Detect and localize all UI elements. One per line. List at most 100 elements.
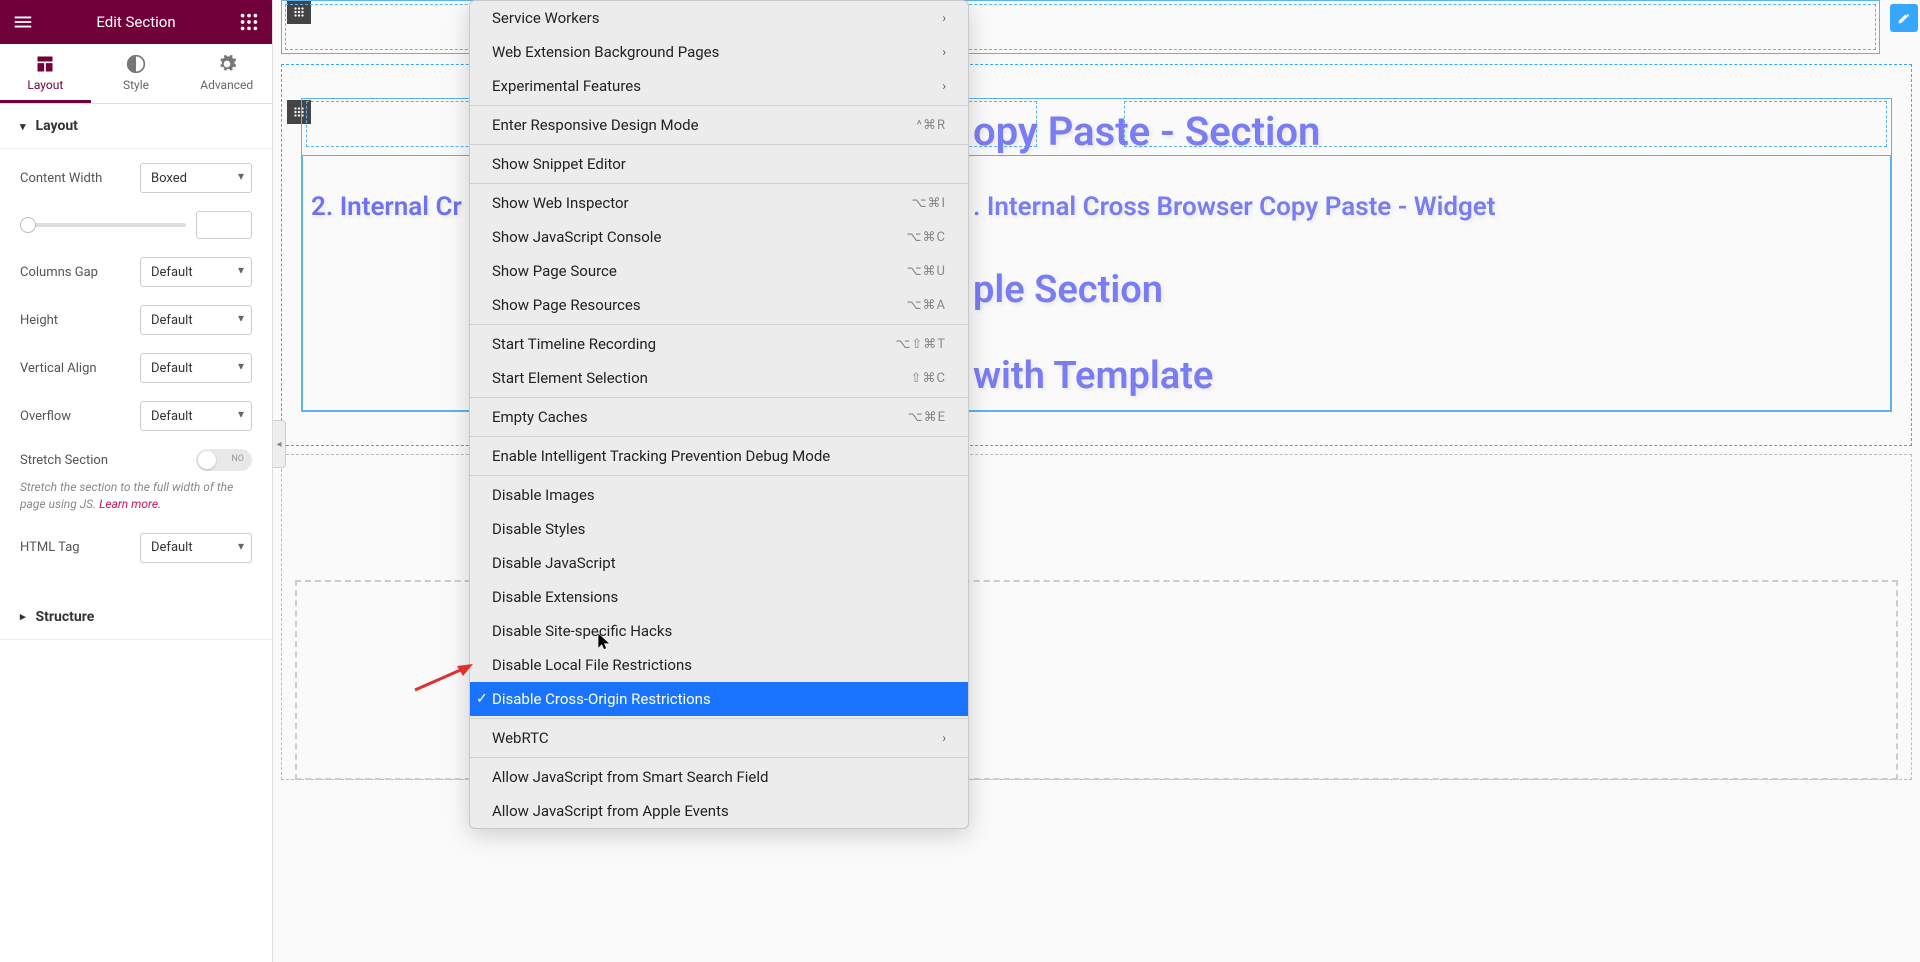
menu-item[interactable]: ✓Disable Cross-Origin Restrictions <box>470 682 968 716</box>
menu-shortcut: ⌥⌘C <box>907 230 946 245</box>
chevron-right-icon: › <box>942 11 946 25</box>
menu-item[interactable]: Disable JavaScript <box>470 546 968 580</box>
menu-item-label: Enable Intelligent Tracking Prevention D… <box>492 447 946 465</box>
menu-item[interactable]: Show JavaScript Console ⌥⌘C <box>470 220 968 254</box>
menu-separator <box>470 324 968 325</box>
gear-icon <box>217 54 237 74</box>
tab-layout[interactable]: Layout <box>0 44 91 103</box>
menu-item-label: Disable Site-specific Hacks <box>492 622 946 640</box>
simple-section-heading[interactable]: ple Section <box>973 268 1163 312</box>
menu-shortcut: ^⌘R <box>917 118 946 133</box>
menu-item-label: Disable Extensions <box>492 588 946 606</box>
overflow-select[interactable]: Default <box>140 401 252 431</box>
check-icon: ✓ <box>476 691 488 707</box>
height-select[interactable]: Default <box>140 305 252 335</box>
menu-shortcut: ⌥⌘U <box>907 264 946 279</box>
tab-bar: Layout Style Advanced <box>0 44 272 104</box>
editor-sidebar: Edit Section Layout Style Advanced ▾ La <box>0 0 273 962</box>
menu-item-label: Disable JavaScript <box>492 554 946 572</box>
apps-grid-icon[interactable] <box>238 11 260 33</box>
content-width-select[interactable]: Boxed <box>140 163 252 193</box>
menu-separator <box>470 436 968 437</box>
menu-item[interactable]: Allow JavaScript from Smart Search Field <box>470 760 968 794</box>
edit-button[interactable] <box>1890 4 1918 32</box>
menu-separator <box>470 397 968 398</box>
menu-item[interactable]: WebRTC› <box>470 721 968 755</box>
menu-item[interactable]: Disable Local File Restrictions <box>470 648 968 682</box>
develop-context-menu: Service Workers›Web Extension Background… <box>469 0 969 829</box>
tab-advanced[interactable]: Advanced <box>181 44 272 103</box>
menu-item-label: Empty Caches <box>492 408 896 426</box>
section-heading[interactable]: opy Paste - Section <box>973 108 1320 155</box>
layout-section-header[interactable]: ▾ Layout <box>0 104 272 149</box>
layout-icon <box>35 54 55 74</box>
menu-item[interactable]: Start Timeline Recording⌥⇧⌘T <box>470 327 968 361</box>
menu-item[interactable]: Show Web Inspector⌥⌘I <box>470 186 968 220</box>
menu-item[interactable]: Service Workers› <box>470 1 968 35</box>
contrast-icon <box>126 54 146 74</box>
menu-icon[interactable] <box>12 11 34 33</box>
tab-style[interactable]: Style <box>91 44 182 103</box>
menu-item-label: Show JavaScript Console <box>492 228 895 246</box>
widget-heading-left[interactable]: 2. Internal Cr <box>311 192 462 222</box>
menu-item-label: Enter Responsive Design Mode <box>492 116 905 134</box>
menu-item[interactable]: Show Page Resources ⌥⌘A <box>470 288 968 322</box>
columns-gap-label: Columns Gap <box>20 265 98 280</box>
chevron-right-icon: › <box>942 45 946 59</box>
menu-separator <box>470 183 968 184</box>
sidebar-header: Edit Section <box>0 0 272 44</box>
menu-item[interactable]: Allow JavaScript from Apple Events <box>470 794 968 828</box>
stretch-section-toggle[interactable] <box>196 449 252 471</box>
menu-item-label: Web Extension Background Pages <box>492 43 930 61</box>
menu-item[interactable]: Web Extension Background Pages › <box>470 35 968 69</box>
width-value-input[interactable] <box>196 211 252 239</box>
height-label: Height <box>20 313 58 328</box>
content-width-label: Content Width <box>20 171 102 186</box>
columns-gap-select[interactable]: Default <box>140 257 252 287</box>
widget-heading-right[interactable]: . Internal Cross Browser Copy Paste - Wi… <box>973 192 1496 222</box>
stretch-section-label: Stretch Section <box>20 453 108 468</box>
vertical-align-select[interactable]: Default <box>140 353 252 383</box>
menu-item[interactable]: Empty Caches⌥⌘E <box>470 400 968 434</box>
editor-canvas[interactable]: ◂ opy Paste - Section 2. Internal Cr . I… <box>273 0 1920 962</box>
chevron-down-icon: ▾ <box>20 120 26 133</box>
panel-body: ▾ Layout Content Width Boxed Columns Gap… <box>0 104 272 962</box>
menu-item-label: Start Element Selection <box>492 369 899 387</box>
html-tag-label: HTML Tag <box>20 540 80 555</box>
menu-item[interactable]: Disable Extensions <box>470 580 968 614</box>
menu-item[interactable]: Disable Images <box>470 478 968 512</box>
menu-item[interactable]: Start Element Selection⇧⌘C <box>470 361 968 395</box>
html-tag-select[interactable]: Default <box>140 533 252 563</box>
chevron-right-icon: › <box>942 79 946 93</box>
menu-item[interactable]: Enable Intelligent Tracking Prevention D… <box>470 439 968 473</box>
tab-label: Advanced <box>200 78 253 92</box>
menu-item-label: Show Page Resources <box>492 296 895 314</box>
menu-separator <box>470 105 968 106</box>
template-heading[interactable]: with Template <box>973 354 1213 398</box>
menu-item-label: Allow JavaScript from Smart Search Field <box>492 768 946 786</box>
chevron-right-icon: › <box>942 731 946 745</box>
overflow-label: Overflow <box>20 409 71 424</box>
tab-label: Layout <box>27 78 63 92</box>
section-title: Structure <box>36 609 95 625</box>
menu-item[interactable]: Enter Responsive Design Mode ^⌘R <box>470 108 968 142</box>
sidebar-collapse-toggle[interactable]: ◂ <box>273 420 286 468</box>
menu-separator <box>470 475 968 476</box>
menu-item-label: Show Web Inspector <box>492 194 899 212</box>
menu-item-label: Disable Images <box>492 486 946 504</box>
menu-item-label: Allow JavaScript from Apple Events <box>492 802 946 820</box>
learn-more-link[interactable]: Learn more. <box>99 497 161 511</box>
menu-item[interactable]: Experimental Features › <box>470 69 968 103</box>
menu-item[interactable]: Disable Styles <box>470 512 968 546</box>
menu-shortcut: ⌥⌘A <box>907 298 946 313</box>
chevron-right-icon: ▸ <box>20 610 26 623</box>
stretch-hint: Stretch the section to the full width of… <box>20 479 252 513</box>
menu-item[interactable]: Show Page Source⌥⌘U <box>470 254 968 288</box>
menu-item[interactable]: Disable Site-specific Hacks <box>470 614 968 648</box>
menu-item-label: Disable Local File Restrictions <box>492 656 946 674</box>
menu-item-label: Experimental Features <box>492 77 930 95</box>
menu-item[interactable]: Show Snippet Editor <box>470 147 968 181</box>
width-slider[interactable] <box>20 223 186 227</box>
menu-separator <box>470 757 968 758</box>
structure-section-header[interactable]: ▸ Structure <box>0 595 272 640</box>
